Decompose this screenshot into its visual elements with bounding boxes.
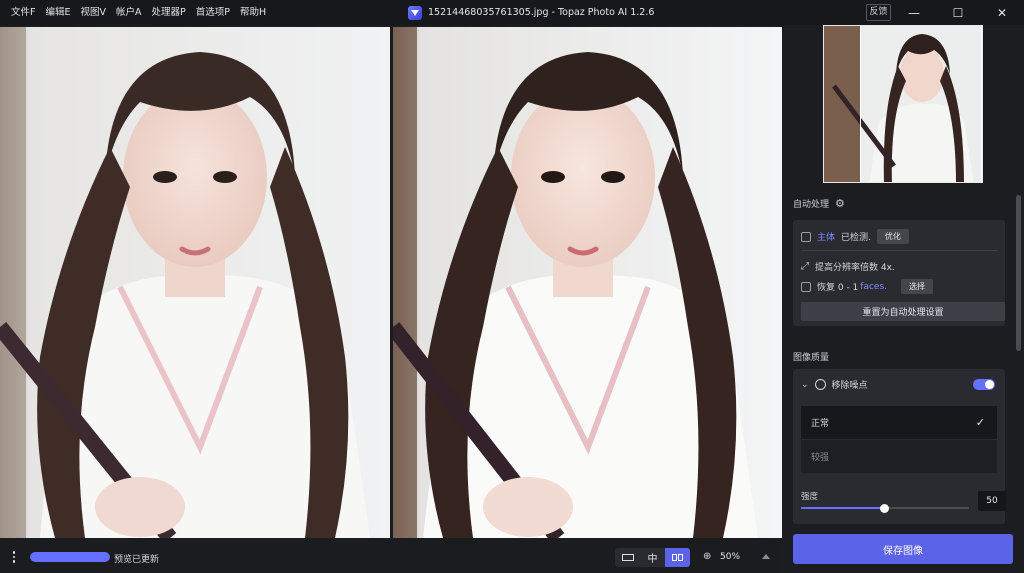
original-photo [0, 27, 390, 538]
menu-file[interactable]: 文件F [6, 0, 40, 25]
menu-preferences[interactable]: 首选项P [191, 0, 235, 25]
gear-icon[interactable]: ⚙ [835, 197, 845, 210]
more-options-icon[interactable] [7, 549, 21, 565]
denoise-label: 移除噪点 [831, 381, 868, 391]
preview-status: 预览已更新 [114, 555, 160, 565]
split-view-icon[interactable] [665, 548, 690, 567]
preview-progress-bar [30, 552, 110, 562]
side-by-side-view-button[interactable]: 中 [640, 548, 665, 567]
zoom-level[interactable]: 50% [720, 552, 740, 562]
bottom-bar: 预览已更新 中 ⊕ 50% [0, 540, 783, 573]
minimize-icon[interactable]: — [894, 0, 934, 25]
subject-label[interactable]: 主体 [817, 230, 835, 243]
denoise-header: ⌄ 移除噪点 [801, 378, 868, 391]
autopilot-card: 主体 已检测. 优化 ⤢ 提高分辨率倍数 4x. 恢复 0 - 1 faces.… [793, 220, 1005, 326]
preview-progress-fill [30, 552, 110, 562]
navigator-thumbnail[interactable] [823, 25, 983, 183]
zoom-caret-icon[interactable] [762, 554, 770, 559]
maximize-icon[interactable]: ☐ [938, 0, 978, 25]
option-normal-label: 正常 [811, 419, 830, 429]
panel-scrollbar[interactable] [1016, 195, 1021, 351]
autopilot-title: 自动处理 [793, 200, 830, 210]
reset-autopilot-button[interactable]: 重置为自动处理设置 [801, 302, 1005, 321]
denoise-icon [814, 379, 826, 390]
face-detect-icon [801, 281, 811, 292]
feedback-button[interactable]: 反馈 [866, 4, 891, 21]
upscale-text: 提高分辨率倍数 4x. [815, 263, 895, 273]
option-strong[interactable]: 较强 [801, 440, 997, 473]
autopilot-divider [801, 250, 997, 251]
title-bar: 文件F 编辑E 视图V 帐户A 处理器P 首选项P 帮助H 1521446803… [0, 0, 1024, 25]
close-icon[interactable]: ✕ [982, 0, 1022, 25]
recover-text: 恢复 0 - 1 [817, 283, 859, 293]
upscale-row: ⤢ 提高分辨率倍数 4x. [801, 260, 895, 273]
denoise-card: ⌄ 移除噪点 正常 ✓ 较强 强度 50 [793, 369, 1006, 524]
menu-view[interactable]: 视图V [75, 0, 111, 25]
save-image-button[interactable]: 保存图像 [793, 534, 1013, 564]
processed-photo [393, 27, 782, 538]
faces-link[interactable]: faces. [860, 282, 887, 292]
select-button[interactable]: 选择 [901, 279, 934, 294]
expand-arrows-icon: ⤢ [801, 261, 809, 272]
autopilot-header: 自动处理 ⚙ [793, 197, 845, 210]
menu-edit[interactable]: 编辑E [40, 0, 75, 25]
topaz-logo-icon [408, 5, 422, 20]
window-title-text: 15214468035761305.jpg - Topaz Photo AI 1… [428, 7, 655, 18]
recover-faces-row: 恢复 0 - 1 faces. 选择 [801, 279, 934, 294]
checkmark-icon: ✓ [975, 416, 985, 429]
zoom-icon[interactable]: ⊕ [703, 551, 711, 562]
subject-status: 已检测. [841, 233, 871, 243]
processed-image-pane[interactable] [393, 27, 782, 538]
subject-row: 主体 已检测. 优化 [801, 229, 997, 244]
image-quality-title: 图像质量 [793, 353, 830, 363]
chevron-down-icon[interactable]: ⌄ [801, 380, 809, 390]
original-image-pane[interactable] [0, 27, 390, 538]
option-normal[interactable]: 正常 ✓ [801, 406, 997, 439]
menu-processor[interactable]: 处理器P [146, 0, 190, 25]
strength-label: 强度 [801, 492, 819, 502]
optimize-button[interactable]: 优化 [876, 229, 909, 244]
menu-account[interactable]: 帐户A [111, 0, 147, 25]
menu-help[interactable]: 帮助H [235, 0, 271, 25]
strength-value-input[interactable]: 50 [978, 491, 1006, 511]
menu-bar: 文件F 编辑E 视图V 帐户A 处理器P 首选项P 帮助H [0, 0, 271, 25]
view-mode-group: 中 [615, 548, 690, 567]
navigator-viewport[interactable] [860, 26, 982, 182]
strength-slider-handle[interactable] [880, 503, 889, 513]
single-view-icon[interactable] [615, 548, 640, 567]
subject-detect-icon [801, 231, 811, 242]
settings-panel: 自动处理 ⚙ 主体 已检测. 优化 ⤢ 提高分辨率倍数 4x. 恢复 0 - 1… [783, 25, 1024, 573]
navigator [783, 25, 1024, 184]
option-strong-label: 较强 [811, 453, 830, 463]
strength-slider-fill [801, 507, 885, 509]
denoise-toggle[interactable] [973, 379, 995, 390]
window-title: 15214468035761305.jpg - Topaz Photo AI 1… [408, 0, 654, 25]
